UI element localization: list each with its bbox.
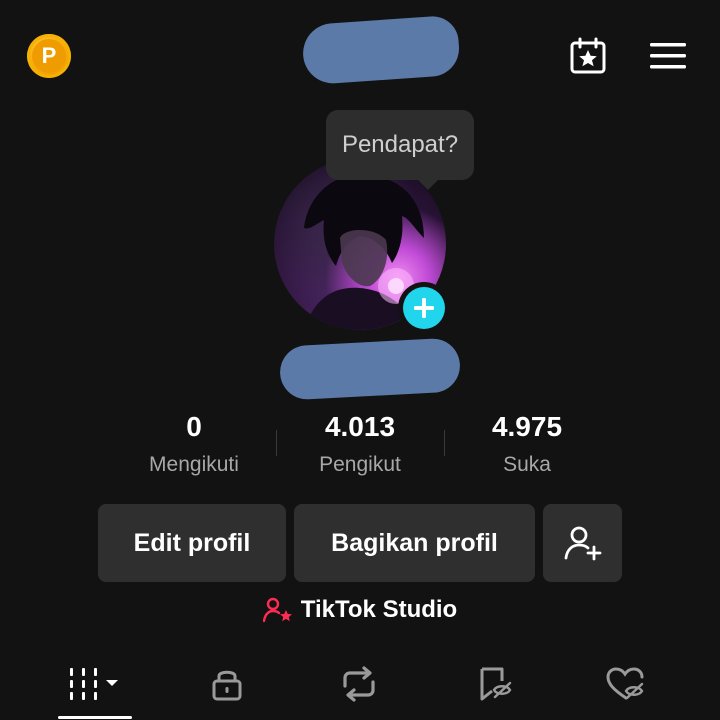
user-star-icon xyxy=(262,597,292,623)
share-profile-button[interactable]: Bagikan profil xyxy=(294,504,535,582)
tab-selected-indicator xyxy=(58,716,132,719)
hamburger-menu-icon[interactable] xyxy=(646,36,690,76)
edit-profile-button[interactable]: Edit profil xyxy=(98,504,286,582)
tooltip-text: Pendapat? xyxy=(341,131,459,158)
tab-videos[interactable] xyxy=(56,660,136,708)
redacted-display-name xyxy=(278,337,462,401)
add-avatar-button[interactable] xyxy=(398,282,450,334)
redacted-username xyxy=(301,14,461,86)
tab-reposts[interactable] xyxy=(319,660,399,708)
content-tabs xyxy=(0,650,720,720)
stat-following-label: Mengikuti xyxy=(149,453,239,476)
stat-divider xyxy=(276,430,277,456)
add-friend-button[interactable] xyxy=(543,504,622,582)
repost-icon xyxy=(343,666,375,702)
coin-icon[interactable]: P xyxy=(27,34,71,78)
stat-likes[interactable]: 4.975 Suka xyxy=(447,410,607,478)
add-user-icon xyxy=(564,526,601,561)
stat-likes-label: Suka xyxy=(503,453,551,476)
stat-following[interactable]: 0 Mengikuti xyxy=(114,410,274,478)
tiktok-studio-label: TikTok Studio xyxy=(300,596,458,623)
stat-followers-value: 4.013 xyxy=(324,411,396,442)
stat-following-value: 0 xyxy=(186,411,202,442)
tiktok-studio-link[interactable]: TikTok Studio xyxy=(0,596,720,624)
profile-screen: P Pendapat? 0 Mengikuti 4.013 Pengikut 4… xyxy=(0,0,720,720)
bookmark-hidden-icon xyxy=(480,667,512,701)
tab-favorites[interactable] xyxy=(454,660,534,708)
stat-followers[interactable]: 4.013 Pengikut xyxy=(280,410,440,478)
heart-hidden-icon xyxy=(606,667,644,700)
stat-followers-label: Pengikut xyxy=(319,453,401,476)
coin-letter: P xyxy=(32,39,66,73)
calendar-star-icon[interactable] xyxy=(566,34,610,78)
stat-likes-value: 4.975 xyxy=(491,411,563,442)
plus-icon xyxy=(403,287,445,329)
lock-icon xyxy=(212,670,242,701)
stat-divider xyxy=(444,430,445,456)
grid-bars-icon xyxy=(70,668,118,700)
tab-private[interactable] xyxy=(187,660,267,708)
feedback-tooltip[interactable]: Pendapat? xyxy=(326,110,474,190)
share-profile-label: Bagikan profil xyxy=(331,528,498,557)
tab-liked[interactable] xyxy=(585,660,665,708)
edit-profile-label: Edit profil xyxy=(133,528,251,557)
